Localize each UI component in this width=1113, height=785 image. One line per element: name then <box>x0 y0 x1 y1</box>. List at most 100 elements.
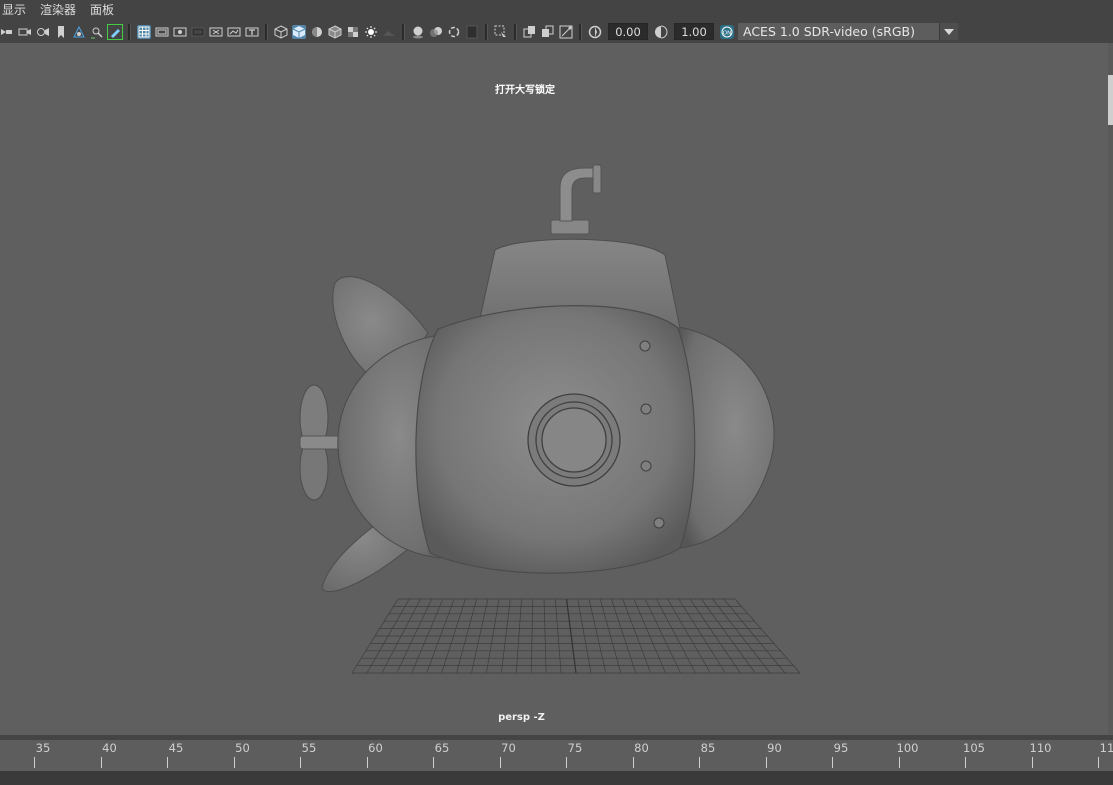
safe-title-icon[interactable] <box>245 25 259 39</box>
camera-attributes-icon[interactable] <box>18 25 32 39</box>
rivet <box>640 403 652 415</box>
timeline-tick-label: 50 <box>235 741 250 755</box>
exposure-field[interactable]: 0.00 <box>608 23 648 40</box>
rivet <box>639 340 651 352</box>
timeline-tick-label: 70 <box>501 741 516 755</box>
xray-icon[interactable] <box>523 25 537 39</box>
timeline-tick <box>34 757 35 768</box>
rivet <box>653 517 665 529</box>
image-plane-icon[interactable] <box>72 25 86 39</box>
time-slider[interactable]: 35 40 45 50 55 60 65 70 75 80 85 90 95 100 105 110 11 <box>0 740 1113 771</box>
timeline-tick-label: 85 <box>700 741 716 755</box>
timeline-tick <box>100 757 102 768</box>
wireframe-on-shaded-icon[interactable] <box>328 24 342 39</box>
timeline-tick <box>699 757 700 768</box>
timeline-tick <box>765 757 767 768</box>
xray-joints-icon[interactable] <box>559 25 573 39</box>
menu-panels[interactable]: 面板 <box>90 0 114 20</box>
anti-aliasing-icon[interactable] <box>447 25 461 39</box>
two-d-pan-zoom-icon[interactable] <box>90 25 104 39</box>
timeline-tick <box>898 757 900 768</box>
resolution-gate-icon[interactable] <box>173 25 187 39</box>
timeline-tick-label: 105 <box>963 741 985 755</box>
grease-pencil-icon[interactable] <box>107 23 123 40</box>
periscope-tube <box>559 167 596 222</box>
xray-active-components-icon[interactable] <box>541 25 555 39</box>
timeline-tick <box>366 757 368 768</box>
timeline-tick <box>300 757 301 768</box>
motion-blur-icon[interactable] <box>429 25 443 39</box>
timeline-tick-label: 75 <box>567 741 583 755</box>
porthole-glass <box>541 407 607 473</box>
rivet <box>640 460 652 472</box>
timeline-tick-label: 65 <box>434 741 450 755</box>
exposure-icon[interactable] <box>588 25 602 39</box>
timeline-tick <box>433 757 434 768</box>
bookmark-icon[interactable] <box>54 25 68 39</box>
panel-toolbar: 0.00 1.00 ON ACES 1.0 SDR-video (sRGB) <box>0 20 1113 43</box>
viewport-canvas <box>299 164 801 674</box>
gamma-field[interactable]: 1.00 <box>674 23 714 40</box>
timeline-tick <box>832 757 833 768</box>
use-all-lights-icon[interactable] <box>364 25 378 39</box>
gate-mask-icon[interactable] <box>191 25 205 39</box>
menu-renderer[interactable]: 渲染器 <box>40 0 76 20</box>
textured-icon[interactable] <box>346 25 360 39</box>
timeline-tick-label: 110 <box>1029 741 1052 755</box>
range-slider-strip[interactable] <box>0 771 1113 785</box>
gamma-icon[interactable] <box>654 25 668 39</box>
timeline-tick-label: 60 <box>368 741 383 755</box>
view-transform-dropdown[interactable]: ACES 1.0 SDR-video (sRGB) <box>738 23 958 40</box>
chevron-down-icon <box>939 23 958 40</box>
svg-text:ON: ON <box>723 30 731 36</box>
viewport-scroll-track <box>1108 43 1113 735</box>
submarine-model[interactable] <box>299 164 775 593</box>
smooth-shade-icon[interactable] <box>292 24 306 39</box>
timeline-tick-label: 100 <box>896 741 919 755</box>
timeline-tick <box>499 757 501 768</box>
select-camera-icon[interactable] <box>0 25 14 39</box>
camera-label: persp -Z <box>498 712 545 723</box>
color-management-toggle-icon[interactable]: ON <box>720 24 734 39</box>
timeline-tick <box>167 757 168 768</box>
toolbar-separator <box>485 23 488 40</box>
timeline-tick-label: 55 <box>301 741 317 755</box>
film-gate-icon[interactable] <box>155 25 169 39</box>
timeline-tick <box>1098 757 1099 768</box>
toolbar-separator <box>128 23 131 40</box>
safe-action-icon[interactable] <box>227 25 241 39</box>
camera-lock-icon[interactable] <box>36 25 50 39</box>
timeline-tick <box>233 757 235 768</box>
toolbar-separator <box>579 23 582 40</box>
timeline-tick <box>566 757 567 768</box>
timeline-tick-label: 40 <box>102 741 117 755</box>
screen-space-ao-icon[interactable] <box>411 25 425 39</box>
timeline-tick <box>965 757 966 768</box>
toolbar-separator <box>402 23 405 40</box>
ground-grid <box>351 598 801 674</box>
wireframe-icon[interactable] <box>274 24 288 39</box>
timeline-tick-label: 11 <box>1099 741 1113 755</box>
timeline-tick-label: 35 <box>35 741 51 755</box>
timeline-tick-label: 95 <box>833 741 849 755</box>
perspective-viewport[interactable]: 打开大写锁定 persp -Z <box>0 43 1113 735</box>
default-material-icon[interactable] <box>310 25 324 39</box>
periscope-lens <box>592 164 602 194</box>
viewport-scroll-thumb[interactable] <box>1108 75 1113 125</box>
panel-menubar: 显示 渲染器 面板 <box>0 0 1113 20</box>
isolate-select-icon[interactable] <box>494 25 508 39</box>
toolbar-separator <box>514 23 517 40</box>
grid-icon[interactable] <box>137 24 151 39</box>
timeline-tick-label: 80 <box>634 741 649 755</box>
time-slider-panel: 35 40 45 50 55 60 65 70 75 80 85 90 95 100 105 110 11 <box>0 735 1113 785</box>
timeline-tick-label: 45 <box>168 741 184 755</box>
toolbar-separator <box>265 23 268 40</box>
view-transform-value: ACES 1.0 SDR-video (sRGB) <box>743 24 915 39</box>
menu-show[interactable]: 显示 <box>2 0 26 20</box>
periscope-base <box>550 219 590 235</box>
shadows-icon[interactable] <box>382 25 396 39</box>
timeline-tick <box>632 757 634 768</box>
timeline-tick <box>1031 757 1033 768</box>
depth-of-field-icon[interactable] <box>465 25 479 39</box>
field-chart-icon[interactable] <box>209 25 223 39</box>
